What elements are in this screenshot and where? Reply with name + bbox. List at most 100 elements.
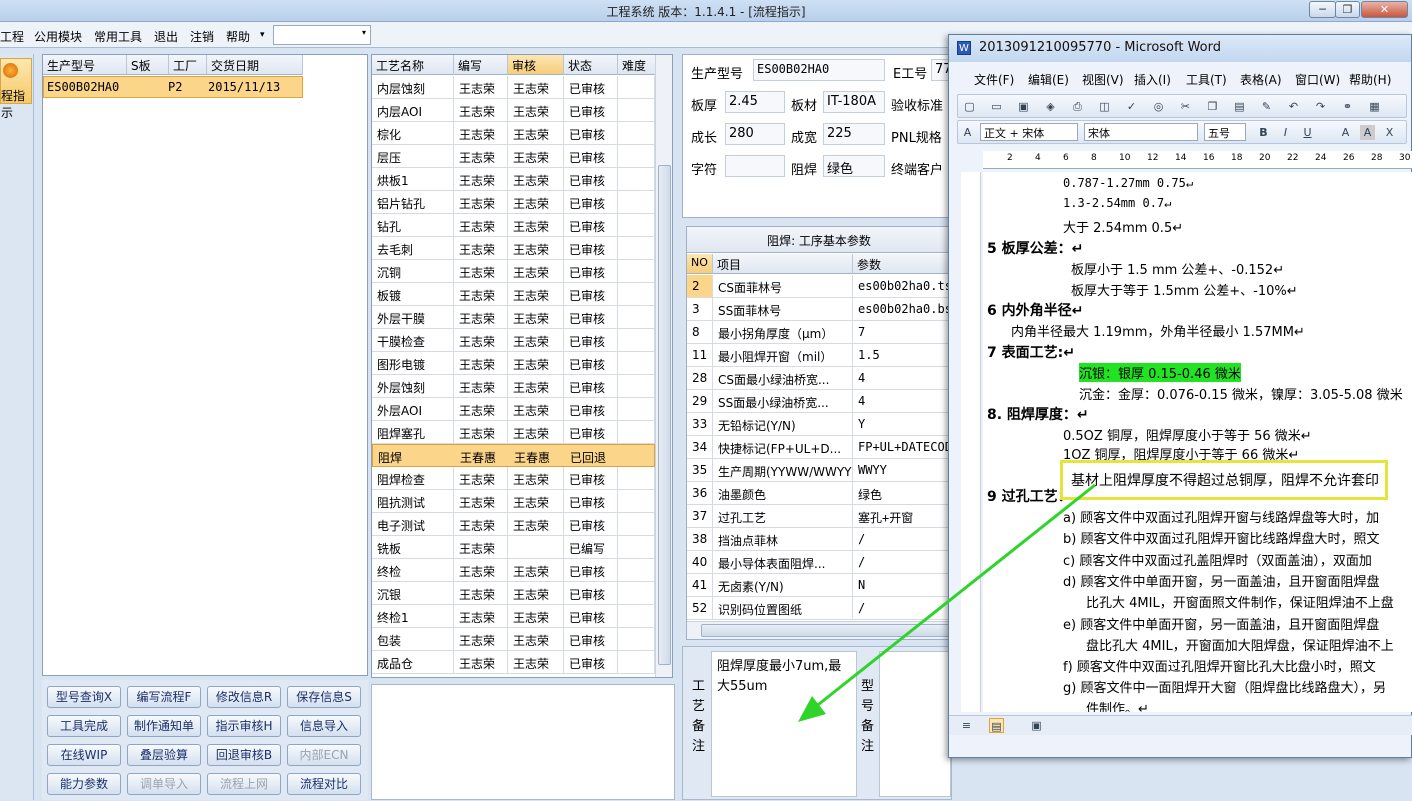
model-field[interactable]: ES00B02HA0 bbox=[753, 59, 885, 81]
menu-logout[interactable]: 注销 bbox=[190, 28, 214, 45]
table-row[interactable]: 铣板 王志荣 已编写 bbox=[372, 536, 655, 559]
word-menu-item[interactable]: 帮助(H) bbox=[1349, 71, 1391, 88]
undo-icon[interactable]: ↶ bbox=[1286, 99, 1301, 114]
col-process-name[interactable]: 工艺名称 bbox=[372, 55, 454, 75]
word-menu-item[interactable]: 视图(V) bbox=[1082, 71, 1124, 88]
action-button[interactable]: 制作通知单 bbox=[127, 715, 201, 737]
word-ruler[interactable]: 2 4 6 8 10 12 14 16 18 20 22 24 26 28 30 bbox=[983, 151, 1412, 169]
copy-icon[interactable]: ❐ bbox=[1205, 99, 1220, 114]
table-row[interactable]: 烘板1 王志荣 王志荣 已审核 bbox=[372, 168, 655, 191]
table-row[interactable]: 包装 王志荣 王志荣 已审核 bbox=[372, 628, 655, 651]
soldermask-field[interactable]: 绿色 bbox=[823, 155, 885, 177]
size-select[interactable]: 五号 bbox=[1204, 123, 1246, 141]
style-select[interactable]: 正文 + 宋体 bbox=[980, 123, 1078, 141]
minimize-button[interactable]: ─ bbox=[1309, 1, 1336, 18]
scroll-thumb[interactable] bbox=[658, 165, 671, 665]
table-row[interactable]: 板镀 王志荣 王志荣 已审核 bbox=[372, 283, 655, 306]
print-preview-icon[interactable]: ◫ bbox=[1097, 99, 1112, 114]
table-row[interactable]: 干膜检查 王志荣 王志荣 已审核 bbox=[372, 329, 655, 352]
action-button[interactable]: 流程对比 bbox=[287, 773, 361, 795]
permission-icon[interactable]: ◈ bbox=[1043, 99, 1058, 114]
col-writer[interactable]: 编写 bbox=[454, 55, 508, 75]
thickness-field[interactable]: 2.45 bbox=[725, 91, 785, 113]
material-field[interactable]: IT-180A bbox=[823, 91, 885, 113]
word-menu-item[interactable]: 表格(A) bbox=[1240, 71, 1282, 88]
action-button[interactable]: 型号查询X bbox=[47, 686, 121, 708]
action-button[interactable]: 在线WIP bbox=[47, 744, 121, 766]
menu-common-tools[interactable]: 常用工具 bbox=[94, 28, 142, 45]
table-row[interactable]: 终检1 王志荣 王志荣 已审核 bbox=[372, 605, 655, 628]
col-no[interactable]: NO bbox=[687, 254, 713, 274]
char-border-icon[interactable]: A bbox=[1338, 125, 1353, 140]
new-doc-icon[interactable]: ▢ bbox=[962, 99, 977, 114]
format-painter-icon[interactable]: ✎ bbox=[1259, 99, 1274, 114]
flow-indicator-tab[interactable]: 程指示 bbox=[0, 58, 32, 120]
action-button[interactable]: 叠层验算 bbox=[127, 744, 201, 766]
action-button[interactable]: 信息导入 bbox=[287, 715, 361, 737]
word-menu-item[interactable]: 文件(F) bbox=[974, 71, 1014, 88]
col-model[interactable]: 生产型号 bbox=[43, 55, 127, 75]
word-menu-item[interactable]: 窗口(W) bbox=[1295, 71, 1340, 88]
action-button[interactable]: 修改信息R bbox=[207, 686, 281, 708]
spellcheck-icon[interactable]: ✓ bbox=[1124, 99, 1139, 114]
table-row[interactable]: 34 快捷标记(FP+UL+D... FP+UL+DATECOD bbox=[687, 436, 951, 459]
length-field[interactable]: 280 bbox=[725, 123, 785, 145]
hyperlink-icon[interactable]: ⚭ bbox=[1340, 99, 1355, 114]
menu-common-module[interactable]: 公用模块 bbox=[34, 28, 82, 45]
action-button[interactable]: 能力参数 bbox=[47, 773, 121, 795]
process-scrollbar[interactable] bbox=[655, 55, 672, 677]
menu-help[interactable]: 帮助 bbox=[226, 28, 250, 45]
maximize-button[interactable]: ❐ bbox=[1335, 1, 1360, 18]
table-row[interactable]: 2 CS面菲林号 es00b02ha0.ts bbox=[687, 275, 951, 298]
char-scale-icon[interactable]: X bbox=[1382, 125, 1397, 140]
table-row[interactable]: 29 SS面最小绿油桥宽... 4 bbox=[687, 390, 951, 413]
underline-icon[interactable]: U bbox=[1300, 125, 1315, 140]
print-icon[interactable]: ⎙ bbox=[1070, 99, 1085, 114]
action-button[interactable]: 工具完成 bbox=[47, 715, 121, 737]
bold-icon[interactable]: B bbox=[1256, 125, 1271, 140]
table-row[interactable]: 电子测试 王志荣 王志荣 已审核 bbox=[372, 513, 655, 536]
table-row[interactable]: 8 最小拐角厚度（μm） 7 bbox=[687, 321, 951, 344]
table-row[interactable]: 阻焊塞孔 王志荣 王志荣 已审核 bbox=[372, 421, 655, 444]
col-delivery-date[interactable]: 交货日期 bbox=[207, 55, 303, 75]
word-menu-item[interactable]: 编辑(E) bbox=[1028, 71, 1069, 88]
table-row[interactable]: 内层AOI 王志荣 王志荣 已审核 bbox=[372, 99, 655, 122]
table-row[interactable]: 钻孔 王志荣 王志荣 已审核 bbox=[372, 214, 655, 237]
col-item[interactable]: 项目 bbox=[713, 254, 853, 274]
open-icon[interactable]: ▭ bbox=[989, 99, 1004, 114]
action-button[interactable]: 编写流程F bbox=[127, 686, 201, 708]
action-button[interactable]: 回退审核B bbox=[207, 744, 281, 766]
table-row[interactable]: 28 CS面最小绿油桥宽... 4 bbox=[687, 367, 951, 390]
col-factory[interactable]: 工厂 bbox=[169, 55, 207, 75]
table-row[interactable]: 沉铜 王志荣 王志荣 已审核 bbox=[372, 260, 655, 283]
help-dropdown-icon[interactable]: ▾ bbox=[260, 30, 265, 40]
col-status[interactable]: 状态 bbox=[564, 55, 618, 75]
table-row[interactable]: 内层蚀刻 王志荣 王志荣 已审核 bbox=[372, 76, 655, 99]
table-row[interactable]: 铝片钻孔 王志荣 王志荣 已审核 bbox=[372, 191, 655, 214]
table-row[interactable]: 图形电镀 王志荣 王志荣 已审核 bbox=[372, 352, 655, 375]
table-row[interactable]: 阻抗测试 王志荣 王志荣 已审核 bbox=[372, 490, 655, 513]
table-row[interactable]: 11 最小阻焊开窗（mil） 1.5 bbox=[687, 344, 951, 367]
table-row[interactable]: 去毛刺 王志荣 王志荣 已审核 bbox=[372, 237, 655, 260]
width-field[interactable]: 225 bbox=[823, 123, 885, 145]
cut-icon[interactable]: ✂ bbox=[1178, 99, 1193, 114]
font-select[interactable]: 宋体 bbox=[1084, 123, 1198, 141]
menu-exit[interactable]: 退出 bbox=[154, 28, 178, 45]
table-row[interactable]: 外层蚀刻 王志荣 王志荣 已审核 bbox=[372, 375, 655, 398]
table-row[interactable]: 外层干膜 王志荣 王志荣 已审核 bbox=[372, 306, 655, 329]
save-icon[interactable]: ▣ bbox=[1016, 99, 1031, 114]
table-icon[interactable]: ▦ bbox=[1367, 99, 1382, 114]
table-row[interactable]: 外层AOI 王志荣 王志荣 已审核 bbox=[372, 398, 655, 421]
char-shading-icon[interactable]: A bbox=[1360, 125, 1375, 140]
action-button[interactable]: 保存信息S bbox=[287, 686, 361, 708]
col-param[interactable]: 参数 bbox=[853, 254, 951, 274]
redo-icon[interactable]: ↷ bbox=[1313, 99, 1328, 114]
menu-project[interactable]: 工程 bbox=[0, 28, 24, 45]
table-row[interactable]: ES00B02HA0 P2 2015/11/13 bbox=[43, 76, 303, 98]
col-s-board[interactable]: S板 bbox=[127, 55, 169, 75]
action-button[interactable]: 指示审核H bbox=[207, 715, 281, 737]
character-field[interactable] bbox=[725, 155, 785, 177]
menu-combo[interactable]: ▾ bbox=[273, 25, 371, 45]
table-row[interactable]: 棕化 王志荣 王志荣 已审核 bbox=[372, 122, 655, 145]
research-icon[interactable]: ◎ bbox=[1151, 99, 1166, 114]
